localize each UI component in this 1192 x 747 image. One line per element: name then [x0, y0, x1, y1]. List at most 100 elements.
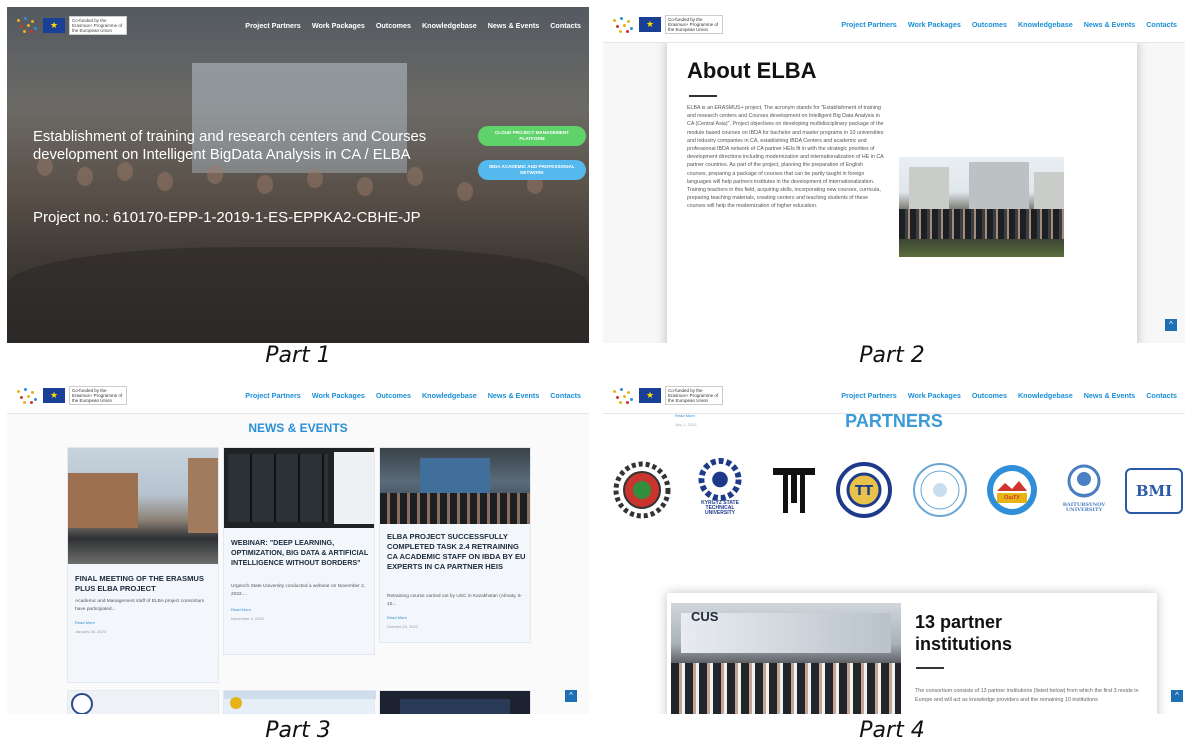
partners-heading: 13 partner institutions: [915, 612, 1012, 654]
news-title[interactable]: ELBA PROJECT SUCCESSFULLY COMPLETED TASK…: [387, 532, 527, 572]
hero-title: Establishment of training and research c…: [33, 129, 427, 163]
news-date: October 20, 2022: [387, 624, 418, 629]
erasmus-logo[interactable]: ★ Co-funded by the Erasmus+ Programme of…: [611, 15, 731, 34]
nav-contacts[interactable]: Contacts: [1146, 391, 1177, 400]
nav-outcomes[interactable]: Outcomes: [972, 391, 1007, 400]
caption-part-1: Part 1: [265, 343, 331, 368]
nav-knowledgebase[interactable]: Knowledgebase: [1018, 391, 1073, 400]
news-card[interactable]: [223, 690, 376, 714]
caption-part-2: Part 2: [859, 343, 925, 368]
news-card[interactable]: WEBINAR: "DEEP LEARNING, OPTIMIZATION, B…: [223, 447, 375, 655]
cofunded-label: Co-funded by the Erasmus+ Programme of t…: [665, 15, 723, 34]
site-header: ★ Co-funded by the Erasmus+ Programme of…: [603, 7, 1185, 43]
news-date: November 4, 2022: [231, 616, 264, 621]
part2-about-screenshot: ★ Co-funded by the Erasmus+ Programme of…: [603, 7, 1185, 343]
erasmus-logo[interactable]: ★ Co-funded by the Erasmus+ Programme of…: [15, 15, 135, 35]
news-card[interactable]: [67, 690, 219, 714]
nav-project-partners[interactable]: Project Partners: [841, 391, 897, 400]
nav-knowledgebase[interactable]: Knowledgebase: [422, 391, 477, 400]
nav-work-packages[interactable]: Work Packages: [908, 20, 961, 29]
ibda-network-button[interactable]: IBDA ACADEMIC AND PROFESSIONAL NETWORK: [478, 160, 586, 180]
scroll-to-top-icon[interactable]: ^: [1171, 690, 1183, 702]
partner-logo-seal-light[interactable]: [911, 461, 969, 519]
partner-logo-baitursynov[interactable]: BAITURSYNOV UNIVERSITY: [1055, 458, 1113, 516]
scroll-to-top-icon[interactable]: ^: [565, 690, 577, 702]
elba-stars-icon: [15, 16, 39, 34]
university-seal-icon: TT: [836, 462, 892, 518]
nav-news-events[interactable]: News & Events: [488, 391, 540, 400]
kstu-emblem-icon: [698, 458, 742, 501]
site-header: ★ Co-funded by the Erasmus+ Programme of…: [7, 7, 589, 43]
caption-part-3: Part 3: [265, 718, 331, 743]
nav-knowledgebase[interactable]: Knowledgebase: [1018, 20, 1073, 29]
nav-work-packages[interactable]: Work Packages: [312, 21, 365, 30]
cloud-platform-button[interactable]: CLOUD PROJECT MANAGEMENT PLATFORM: [478, 126, 586, 146]
heading-underline: [916, 667, 944, 669]
partner-logo-gear[interactable]: [613, 461, 671, 519]
news-title[interactable]: WEBINAR: "DEEP LEARNING, OPTIMIZATION, B…: [231, 538, 371, 568]
nav-news-events[interactable]: News & Events: [1084, 391, 1136, 400]
site-header: ★ Co-funded by the Erasmus+ Programme of…: [7, 378, 589, 414]
nav-project-partners[interactable]: Project Partners: [245, 391, 301, 400]
main-nav: Project Partners Work Packages Outcomes …: [841, 391, 1177, 400]
read-more-link[interactable]: Read More: [75, 620, 95, 625]
nav-outcomes[interactable]: Outcomes: [376, 21, 411, 30]
cofunded-label: Co-funded by the Erasmus+ Programme of t…: [69, 386, 127, 405]
news-excerpt: Urgench State University conducted a web…: [231, 584, 366, 597]
main-nav: Project Partners Work Packages Outcomes …: [245, 21, 581, 30]
nav-outcomes[interactable]: Outcomes: [376, 391, 411, 400]
eu-flag-icon: ★: [43, 388, 65, 403]
news-section-title: NEWS & EVENTS: [248, 421, 348, 435]
partner-logo-bmi[interactable]: BMI: [1125, 468, 1183, 514]
partner-logo-oshtu[interactable]: OшТУ: [983, 461, 1041, 519]
news-title[interactable]: FINAL MEETING OF THE ERASMUS PLUS ELBA P…: [75, 574, 215, 594]
nav-contacts[interactable]: Contacts: [1146, 20, 1177, 29]
nav-news-events[interactable]: News & Events: [1084, 20, 1136, 29]
nav-contacts[interactable]: Contacts: [550, 391, 581, 400]
project-number: Project no.: 610170-EPP-1-2019-1-ES-EPPK…: [33, 209, 421, 226]
elba-stars-icon: [611, 387, 635, 405]
news-image[interactable]: [224, 448, 374, 528]
group-photo: [899, 157, 1064, 257]
cofunded-label: Co-funded by the Erasmus+ Programme of t…: [665, 386, 723, 405]
eu-flag-icon: ★: [639, 388, 661, 403]
oshtu-label: OшТУ: [1004, 495, 1020, 501]
nav-work-packages[interactable]: Work Packages: [908, 391, 961, 400]
news-card[interactable]: [379, 690, 531, 714]
main-nav: Project Partners Work Packages Outcomes …: [245, 391, 581, 400]
read-more-link[interactable]: Read More: [387, 615, 407, 620]
partner-logo-kstu[interactable]: KYRGYZ STATE TECHNICAL UNIVERSITY: [691, 458, 749, 516]
nav-news-events[interactable]: News & Events: [488, 21, 540, 30]
nav-contacts[interactable]: Contacts: [550, 21, 581, 30]
news-card[interactable]: ELBA PROJECT SUCCESSFULLY COMPLETED TASK…: [379, 447, 531, 643]
news-date: January 26, 2023: [75, 629, 106, 634]
scroll-to-top-icon[interactable]: ^: [1165, 319, 1177, 331]
part3-news-screenshot: ★ Co-funded by the Erasmus+ Programme of…: [7, 378, 589, 714]
news-card[interactable]: FINAL MEETING OF THE ERASMUS PLUS ELBA P…: [67, 447, 219, 683]
eu-flag-icon: ★: [43, 17, 65, 33]
news-excerpt: Retraining course carried out by USC in …: [387, 594, 523, 607]
erasmus-logo[interactable]: ★ Co-funded by the Erasmus+ Programme of…: [611, 386, 731, 405]
university-seal-icon: [71, 693, 93, 714]
nav-project-partners[interactable]: Project Partners: [245, 21, 301, 30]
eu-flag-icon: ★: [639, 17, 661, 32]
university-seal-icon: [913, 463, 967, 517]
nav-work-packages[interactable]: Work Packages: [312, 391, 365, 400]
oshtu-emblem-icon: [987, 465, 1037, 515]
part1-hero-screenshot: ★ Co-funded by the Erasmus+ Programme of…: [7, 7, 589, 343]
partners-section-title: PARTNERS: [845, 411, 943, 431]
partners-description: The consortium consists of 13 partner in…: [915, 688, 1139, 703]
nav-knowledgebase[interactable]: Knowledgebase: [422, 21, 477, 30]
nav-project-partners[interactable]: Project Partners: [841, 20, 897, 29]
tt-logo-icon: [773, 468, 815, 513]
partner-logo-seal-blue[interactable]: TT: [835, 461, 893, 519]
laurel-emblem-icon: [1067, 464, 1101, 498]
read-more-link[interactable]: Read More: [231, 607, 251, 612]
about-body-text: ELBA is an ERASMUS+ project. The acronym…: [687, 105, 884, 210]
news-image[interactable]: [68, 448, 218, 564]
erasmus-logo[interactable]: ★ Co-funded by the Erasmus+ Programme of…: [15, 386, 135, 405]
elba-stars-icon: [611, 16, 635, 34]
nav-outcomes[interactable]: Outcomes: [972, 20, 1007, 29]
partner-logo-tt[interactable]: [765, 461, 823, 519]
news-image[interactable]: [380, 448, 530, 524]
